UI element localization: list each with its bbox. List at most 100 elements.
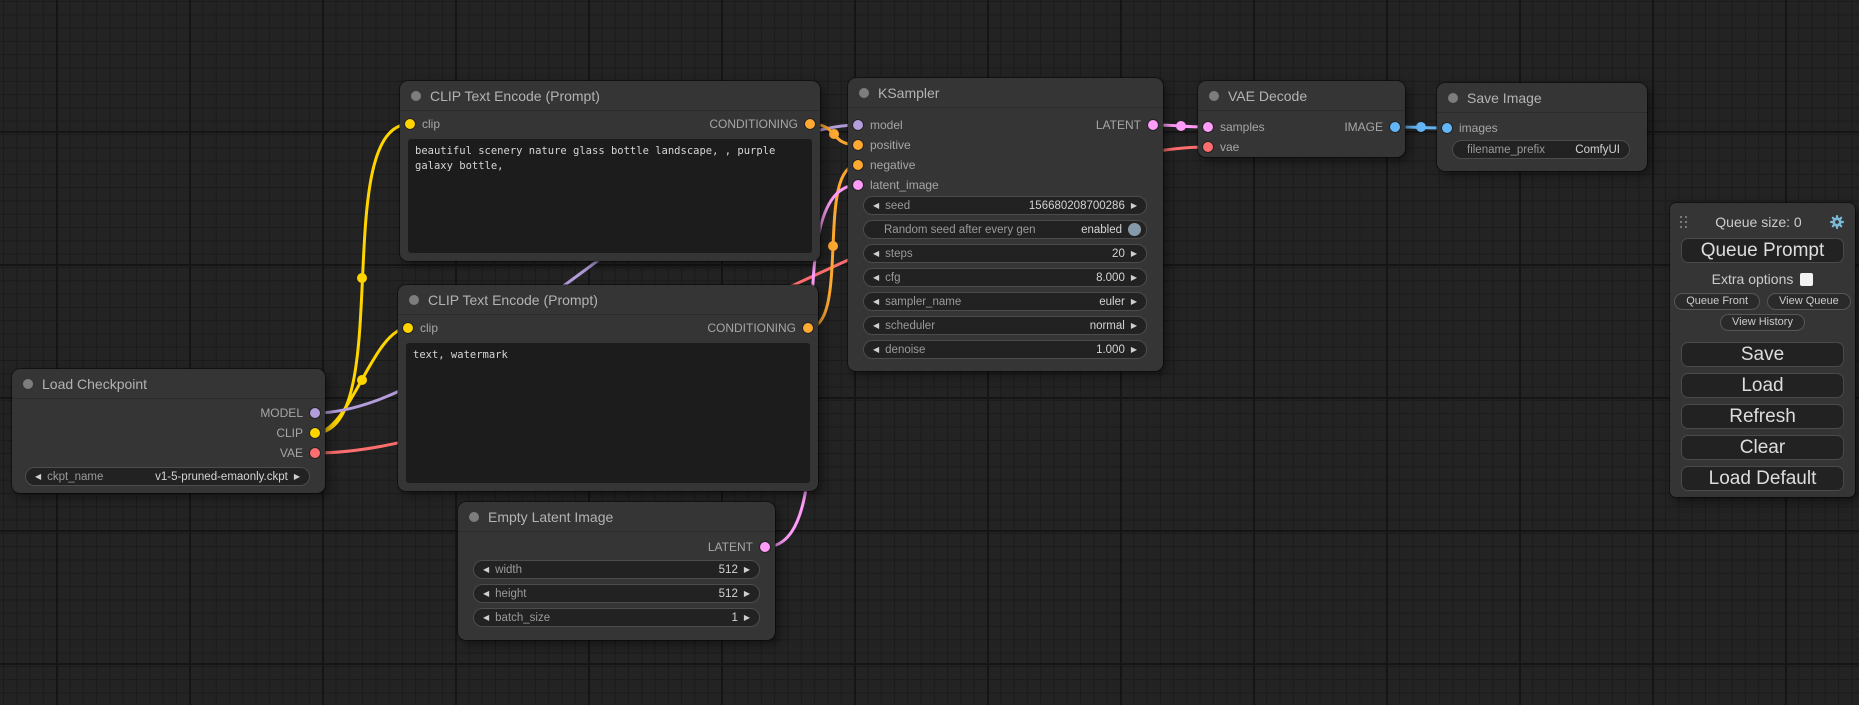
decrement-arrow-icon[interactable]: ◀: [483, 590, 489, 598]
slot-label: model: [870, 118, 903, 132]
load-button[interactable]: Load: [1681, 373, 1844, 398]
node-title-bar[interactable]: VAE Decode: [1198, 81, 1405, 111]
input-slot-latent-image: latent_image: [853, 175, 939, 195]
link-dot-icon[interactable]: [1176, 121, 1186, 131]
node-status-dot-icon[interactable]: [859, 88, 869, 98]
input-dot-positive[interactable]: [853, 140, 863, 150]
save-button[interactable]: Save: [1681, 342, 1844, 367]
node-status-dot-icon[interactable]: [409, 295, 419, 305]
output-slot-model: MODEL: [260, 403, 320, 423]
node-empty-latent-image[interactable]: Empty Latent Image LATENT ◀ width 512 ▶ …: [458, 502, 775, 640]
widget-batch-size[interactable]: ◀ batch_size 1 ▶: [473, 608, 760, 627]
input-dot-images[interactable]: [1442, 123, 1452, 133]
widget-width[interactable]: ◀ width 512 ▶: [473, 560, 760, 579]
output-dot-latent[interactable]: [760, 542, 770, 552]
decrement-arrow-icon[interactable]: ◀: [873, 322, 879, 330]
widget-steps[interactable]: ◀ steps 20 ▶: [863, 244, 1147, 263]
view-history-button[interactable]: View History: [1720, 314, 1805, 331]
node-ksampler[interactable]: KSampler model positive negative latent_…: [848, 78, 1163, 371]
node-title-bar[interactable]: CLIP Text Encode (Prompt): [398, 285, 818, 315]
decrement-arrow-icon[interactable]: ◀: [873, 202, 879, 210]
link-dot-icon[interactable]: [357, 375, 367, 385]
output-dot-clip[interactable]: [310, 428, 320, 438]
decrement-arrow-icon[interactable]: ◀: [873, 274, 879, 282]
increment-arrow-icon[interactable]: ▶: [744, 614, 750, 622]
input-dot-vae[interactable]: [1203, 142, 1213, 152]
decrement-arrow-icon[interactable]: ◀: [873, 346, 879, 354]
increment-arrow-icon[interactable]: ▶: [1131, 274, 1137, 282]
clear-button[interactable]: Clear: [1681, 435, 1844, 460]
queue-prompt-button[interactable]: Queue Prompt: [1681, 238, 1844, 263]
node-clip-text-encode-negative[interactable]: CLIP Text Encode (Prompt) clip CONDITION…: [398, 285, 818, 491]
widget-filename-prefix[interactable]: filename_prefix ComfyUI: [1452, 140, 1630, 159]
widget-height[interactable]: ◀ height 512 ▶: [473, 584, 760, 603]
wire-clip-to-negative-prompt[interactable]: [315, 328, 408, 433]
widget-scheduler[interactable]: ◀ scheduler normal ▶: [863, 316, 1147, 335]
increment-arrow-icon[interactable]: ▶: [744, 566, 750, 574]
link-dot-icon[interactable]: [1416, 122, 1426, 132]
increment-arrow-icon[interactable]: ▶: [744, 590, 750, 598]
node-title-bar[interactable]: Empty Latent Image: [458, 502, 775, 532]
decrement-arrow-icon[interactable]: ◀: [35, 473, 41, 481]
panel-drag-handle-icon[interactable]: [1680, 216, 1688, 229]
prompt-text-input[interactable]: beautiful scenery nature glass bottle la…: [408, 139, 812, 253]
node-title-bar[interactable]: KSampler: [848, 78, 1163, 108]
prompt-text-input[interactable]: text, watermark: [406, 343, 810, 483]
input-dot-latent-image[interactable]: [853, 180, 863, 190]
increment-arrow-icon[interactable]: ▶: [294, 473, 300, 481]
increment-arrow-icon[interactable]: ▶: [1131, 346, 1137, 354]
node-status-dot-icon[interactable]: [1448, 93, 1458, 103]
queue-front-button[interactable]: Queue Front: [1674, 293, 1760, 310]
increment-arrow-icon[interactable]: ▶: [1131, 298, 1137, 306]
queue-size-label: Queue size: 0: [1688, 214, 1829, 230]
widget-denoise[interactable]: ◀ denoise 1.000 ▶: [863, 340, 1147, 359]
increment-arrow-icon[interactable]: ▶: [1131, 322, 1137, 330]
node-status-dot-icon[interactable]: [23, 379, 33, 389]
output-dot-conditioning[interactable]: [803, 323, 813, 333]
refresh-button[interactable]: Refresh: [1681, 404, 1844, 429]
node-title-bar[interactable]: CLIP Text Encode (Prompt): [400, 81, 820, 111]
decrement-arrow-icon[interactable]: ◀: [483, 614, 489, 622]
widget-cfg[interactable]: ◀ cfg 8.000 ▶: [863, 268, 1147, 287]
input-dot-samples[interactable]: [1203, 122, 1213, 132]
settings-gear-icon[interactable]: [1829, 214, 1845, 230]
extra-options-checkbox[interactable]: [1800, 273, 1813, 286]
widget-seed[interactable]: ◀ seed 156680208700286 ▶: [863, 196, 1147, 215]
input-dot-model[interactable]: [853, 120, 863, 130]
output-dot-vae[interactable]: [310, 448, 320, 458]
output-dot-latent[interactable]: [1148, 120, 1158, 130]
link-dot-icon[interactable]: [357, 273, 367, 283]
workflow-canvas[interactable]: Load Checkpoint MODEL CLIP VAE ◀ ckpt_na…: [0, 0, 1859, 705]
increment-arrow-icon[interactable]: ▶: [1131, 202, 1137, 210]
output-dot-model[interactable]: [310, 408, 320, 418]
widget-sampler-name[interactable]: ◀ sampler_name euler ▶: [863, 292, 1147, 311]
input-dot-clip[interactable]: [403, 323, 413, 333]
input-slot-negative: negative: [853, 155, 915, 175]
node-status-dot-icon[interactable]: [411, 91, 421, 101]
wire-clip-to-positive-prompt[interactable]: [315, 124, 410, 433]
output-dot-image[interactable]: [1390, 122, 1400, 132]
link-dot-icon[interactable]: [829, 129, 839, 139]
node-clip-text-encode-positive[interactable]: CLIP Text Encode (Prompt) clip CONDITION…: [400, 81, 820, 261]
node-load-checkpoint[interactable]: Load Checkpoint MODEL CLIP VAE ◀ ckpt_na…: [12, 369, 325, 493]
node-title-bar[interactable]: Save Image: [1437, 83, 1647, 113]
view-queue-button[interactable]: View Queue: [1767, 293, 1851, 310]
increment-arrow-icon[interactable]: ▶: [1131, 250, 1137, 258]
toggle-knob-icon[interactable]: [1128, 223, 1141, 236]
extra-options-label: Extra options: [1712, 271, 1794, 287]
input-dot-negative[interactable]: [853, 160, 863, 170]
decrement-arrow-icon[interactable]: ◀: [483, 566, 489, 574]
widget-random-seed-toggle[interactable]: Random seed after every gen enabled: [863, 220, 1147, 239]
widget-ckpt-name[interactable]: ◀ ckpt_name v1-5-pruned-emaonly.ckpt ▶: [25, 467, 310, 486]
link-dot-icon[interactable]: [828, 241, 838, 251]
load-default-button[interactable]: Load Default: [1681, 466, 1844, 491]
node-title-bar[interactable]: Load Checkpoint: [12, 369, 325, 399]
node-status-dot-icon[interactable]: [469, 512, 479, 522]
decrement-arrow-icon[interactable]: ◀: [873, 250, 879, 258]
output-dot-conditioning[interactable]: [805, 119, 815, 129]
node-save-image[interactable]: Save Image images filename_prefix ComfyU…: [1437, 83, 1647, 171]
decrement-arrow-icon[interactable]: ◀: [873, 298, 879, 306]
input-dot-clip[interactable]: [405, 119, 415, 129]
node-status-dot-icon[interactable]: [1209, 91, 1219, 101]
node-vae-decode[interactable]: VAE Decode samples vae IMAGE: [1198, 81, 1405, 157]
